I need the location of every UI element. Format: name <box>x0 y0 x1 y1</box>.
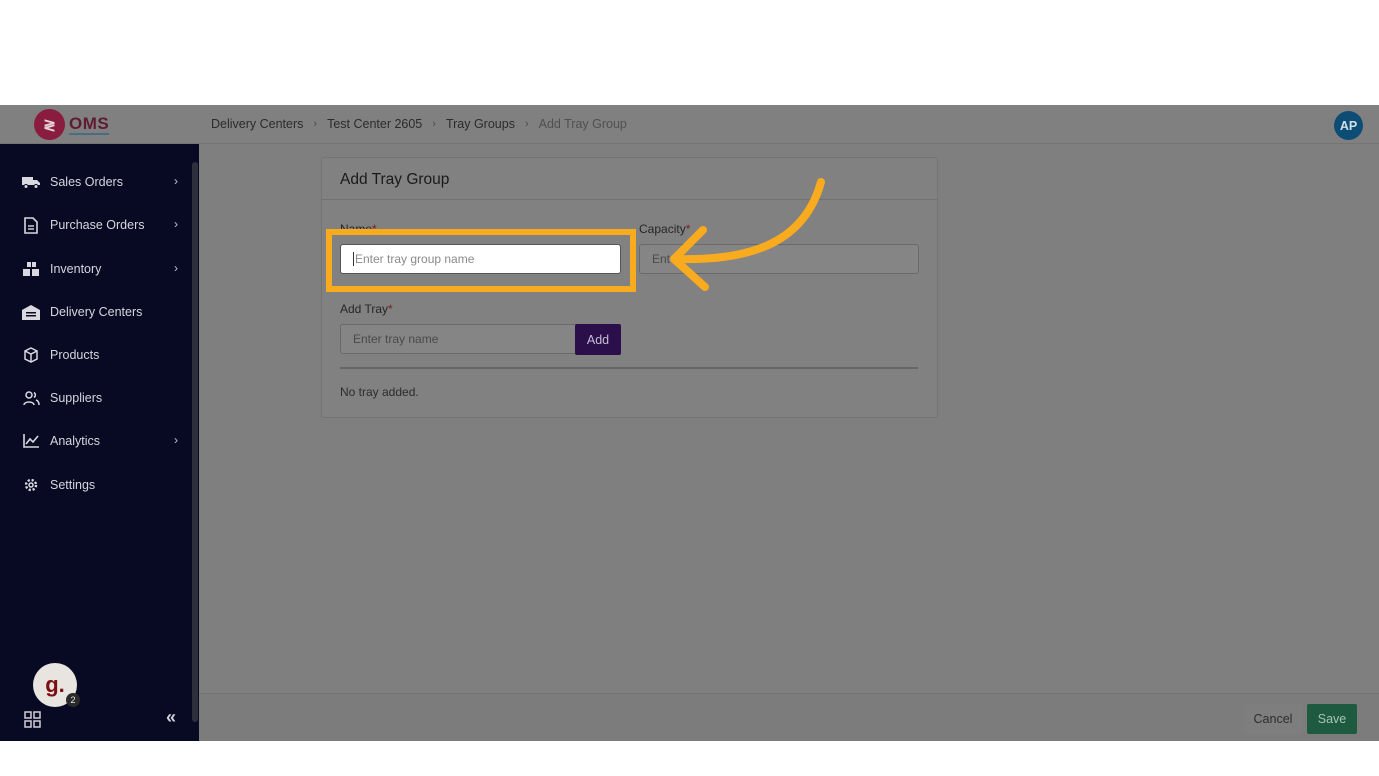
save-button[interactable]: Save <box>1307 704 1357 734</box>
app-window: ≷ OMS Delivery Centers › Test Center 260… <box>0 105 1379 741</box>
footer-bar: Cancel Save <box>199 693 1379 741</box>
pointer-arrow-icon <box>670 178 825 291</box>
cancel-button[interactable]: Cancel <box>1244 704 1302 734</box>
